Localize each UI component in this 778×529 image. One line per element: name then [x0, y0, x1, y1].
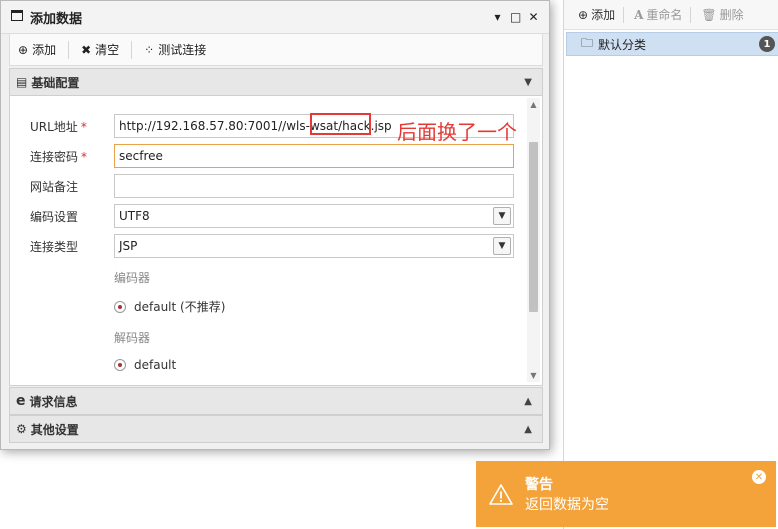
dialog-titlebar[interactable]: 添加数据 ▾ □ ✕ [1, 1, 549, 34]
toolbar-divider [131, 40, 133, 59]
minimize-icon[interactable]: ▾ [492, 11, 503, 23]
required-marker: * [81, 149, 88, 164]
section-request-header[interactable]: e 请求信息 ▲ [9, 387, 543, 415]
scroll-down-icon[interactable]: ▼ [527, 369, 540, 382]
category-add-button[interactable]: ⊕ 添加 [578, 6, 615, 23]
encoding-value: UTF8 [119, 209, 150, 223]
right-panel: ⊕ 添加 A 重命名 🗑 删除 🗀 默认分类 1 [563, 0, 778, 529]
toast-title: 警告 [525, 477, 553, 493]
section-basic-header[interactable]: ▤ 基础配置 ▼ [9, 68, 543, 96]
x-icon: ✖ [81, 42, 92, 57]
section-other-header[interactable]: ⚙ 其他设置 ▲ [9, 415, 543, 443]
scrollbar-thumb[interactable] [529, 142, 538, 312]
warning-toast: 警告 返回数据为空 ✕ [476, 461, 776, 527]
right-toolbar: ⊕ 添加 A 重命名 🗑 删除 [564, 0, 778, 30]
chevron-up-icon: ▲ [524, 423, 532, 435]
password-label: 连接密码 [30, 149, 79, 164]
radio-selected-icon [114, 300, 126, 313]
edge-icon: e [16, 393, 26, 409]
category-count-badge: 1 [759, 36, 775, 52]
window-icon [11, 10, 23, 24]
url-row: URL地址 * [30, 114, 114, 138]
chevron-down-icon[interactable]: ▼ [493, 237, 511, 255]
dialog-toolbar: ⊕ 添加 ✖ 清空 ⁘ 测试连接 [9, 34, 543, 66]
file-icon: ▤ [16, 75, 28, 89]
rename-button[interactable]: A 重命名 [634, 6, 682, 23]
note-row: 网站备注 [30, 174, 114, 198]
note-input[interactable] [114, 174, 514, 198]
annotation-text: 后面换了一个 [397, 120, 517, 144]
decoder-default-radio[interactable]: default [114, 358, 176, 372]
clear-button[interactable]: ✖ 清空 [81, 41, 119, 58]
type-row: 连接类型 [30, 234, 114, 258]
panel-scrollbar[interactable]: ▲ ▼ [527, 98, 540, 382]
note-label: 网站备注 [30, 179, 79, 194]
encoding-select[interactable]: UTF8 ▼ [114, 204, 514, 228]
toolbar-divider [690, 6, 692, 23]
password-input[interactable]: secfree [114, 144, 514, 168]
folder-icon: 🗀 [581, 35, 594, 50]
radio-selected-icon [114, 359, 126, 371]
warning-icon [489, 484, 513, 505]
scroll-up-icon[interactable]: ▲ [527, 98, 540, 111]
encoding-row: 编码设置 [30, 204, 114, 228]
encoding-label: 编码设置 [30, 209, 79, 224]
type-select[interactable]: JSP ▼ [114, 234, 514, 258]
type-label: 连接类型 [30, 239, 79, 254]
spinner-icon: ⁘ [144, 42, 155, 57]
category-item-default[interactable]: 🗀 默认分类 1 [566, 32, 778, 56]
required-marker: * [80, 119, 87, 134]
chevron-down-icon[interactable]: ▼ [493, 207, 511, 225]
add-button[interactable]: ⊕ 添加 [18, 41, 56, 58]
gears-icon: ⚙ [16, 422, 27, 436]
toast-message: 返回数据为空 [525, 497, 609, 513]
plus-circle-icon: ⊕ [578, 7, 589, 22]
encoder-heading: 编码器 [114, 271, 151, 285]
font-a-icon: A [634, 7, 644, 22]
encoder-default-radio[interactable]: default (不推荐) [114, 298, 225, 315]
plus-circle-icon: ⊕ [18, 42, 29, 57]
chevron-down-icon: ▼ [524, 76, 532, 88]
toolbar-divider [623, 6, 625, 23]
toolbar-divider [68, 40, 70, 59]
add-data-dialog: 添加数据 ▾ □ ✕ ⊕ 添加 ✖ 清空 ⁘ 测试连接 ▤ 基础配置 ▼ URL… [0, 0, 550, 450]
close-icon[interactable]: ✕ [528, 11, 539, 23]
dialog-title: 添加数据 [30, 11, 83, 27]
delete-button[interactable]: 🗑 删除 [701, 6, 743, 23]
test-connection-button[interactable]: ⁘ 测试连接 [144, 41, 206, 58]
password-row: 连接密码 * [30, 144, 114, 168]
decoder-heading: 解码器 [114, 331, 151, 345]
trash-icon: 🗑 [701, 7, 717, 22]
highlight-box [310, 113, 371, 135]
close-icon[interactable]: ✕ [752, 470, 766, 484]
chevron-up-icon: ▲ [524, 395, 532, 407]
type-value: JSP [119, 239, 138, 253]
maximize-icon[interactable]: □ [510, 11, 521, 23]
url-label: URL地址 [30, 119, 78, 134]
